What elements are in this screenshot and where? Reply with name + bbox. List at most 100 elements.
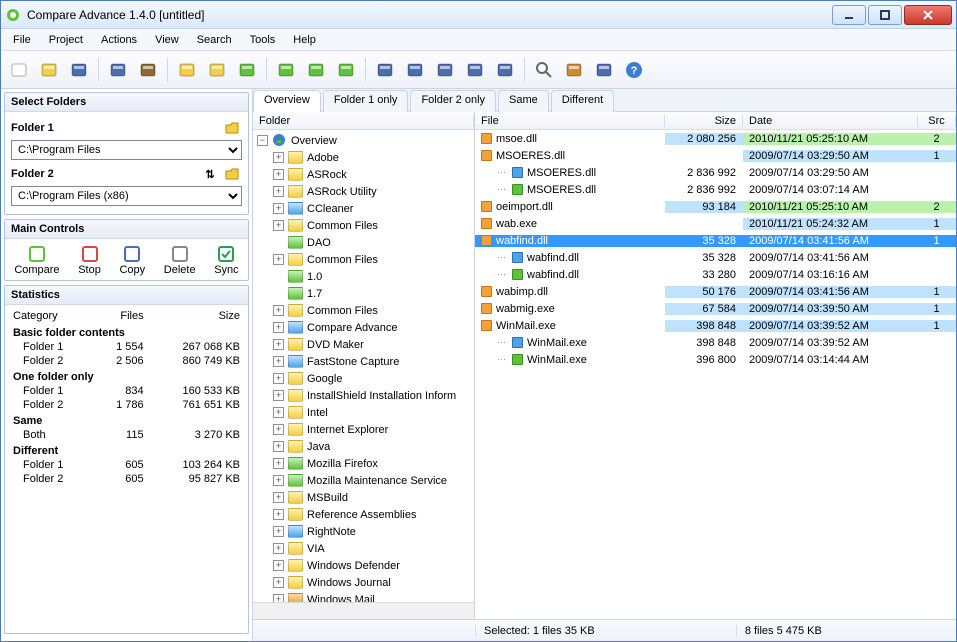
tree-item[interactable]: DAO xyxy=(253,234,474,251)
tree-item[interactable]: +Internet Explorer xyxy=(253,421,474,438)
folder2-browse-button[interactable] xyxy=(222,164,242,184)
menu-tools[interactable]: Tools xyxy=(242,32,284,48)
file-row[interactable]: oeimport.dll93 1842010/11/21 05:25:10 AM… xyxy=(475,198,956,215)
file-row[interactable]: ⋯MSOERES.dll2 836 9922009/07/14 03:29:50… xyxy=(475,164,956,181)
file-row[interactable]: wabmig.exe67 5842009/07/14 03:39:50 AM1 xyxy=(475,300,956,317)
tree-item[interactable]: +InstallShield Installation Inform xyxy=(253,387,474,404)
close-button[interactable] xyxy=(904,5,952,25)
swap-folders-button[interactable]: ⇅ xyxy=(200,164,220,184)
tree-item[interactable]: +ASRock Utility xyxy=(253,183,474,200)
new-icon[interactable] xyxy=(5,56,33,84)
file-row[interactable]: MSOERES.dll2009/07/14 03:29:50 AM1 xyxy=(475,147,956,164)
file-row[interactable]: wabimp.dll50 1762009/07/14 03:41:56 AM1 xyxy=(475,283,956,300)
tree-icon[interactable] xyxy=(461,56,489,84)
tree-item[interactable]: +Windows Journal xyxy=(253,574,474,591)
tree-item[interactable]: +CCleaner xyxy=(253,200,474,217)
tree-item[interactable]: +ASRock xyxy=(253,166,474,183)
tree-item[interactable]: +Intel xyxy=(253,404,474,421)
tree-column-header[interactable]: Folder xyxy=(253,115,474,127)
col-src[interactable]: Src xyxy=(918,115,956,127)
save-project-icon[interactable] xyxy=(104,56,132,84)
file-row[interactable]: ⋯wabfind.dll33 2802009/07/14 03:16:16 AM xyxy=(475,266,956,283)
tree-item[interactable]: +Reference Assemblies xyxy=(253,506,474,523)
tree-root[interactable]: −Overview xyxy=(253,132,474,149)
svg-text:?: ? xyxy=(631,65,638,77)
tree-item[interactable]: +Common Files xyxy=(253,302,474,319)
tree-item[interactable]: +Common Files xyxy=(253,217,474,234)
tab-folder-1-only[interactable]: Folder 1 only xyxy=(323,90,409,112)
help-icon[interactable]: ? xyxy=(620,56,648,84)
tab-overview[interactable]: Overview xyxy=(253,90,321,112)
select-folders-group: Select Folders Folder 1 C:\Program Files… xyxy=(4,92,249,215)
compare-button[interactable]: Compare xyxy=(10,243,63,278)
filter-icon[interactable] xyxy=(233,56,261,84)
tree-item[interactable]: +Compare Advance xyxy=(253,319,474,336)
tree-item[interactable]: +MSBuild xyxy=(253,489,474,506)
tree-item[interactable]: +DVD Maker xyxy=(253,336,474,353)
menu-help[interactable]: Help xyxy=(285,32,324,48)
tree-item[interactable]: +VIA xyxy=(253,540,474,557)
folder1-select[interactable]: C:\Program Files xyxy=(11,140,242,160)
minimize-button[interactable] xyxy=(832,5,866,25)
tree-item[interactable]: 1.7 xyxy=(253,285,474,302)
file-row[interactable]: ⋯MSOERES.dll2 836 9922009/07/14 03:07:14… xyxy=(475,181,956,198)
file-row[interactable]: ⋯WinMail.exe398 8482009/07/14 03:39:52 A… xyxy=(475,334,956,351)
import-icon[interactable] xyxy=(302,56,330,84)
tree-item[interactable]: +RightNote xyxy=(253,523,474,540)
col-file[interactable]: File xyxy=(475,115,665,127)
save-as-icon[interactable] xyxy=(134,56,162,84)
file-list[interactable]: msoe.dll2 080 2562010/11/21 05:25:10 AM2… xyxy=(475,130,956,619)
tag-icon[interactable] xyxy=(590,56,618,84)
tree-item[interactable]: +Windows Defender xyxy=(253,557,474,574)
col-date[interactable]: Date xyxy=(743,115,918,127)
col-size[interactable]: Size xyxy=(665,115,743,127)
left-panel: Select Folders Folder 1 C:\Program Files… xyxy=(1,89,253,641)
main-controls-group: Main Controls CompareStopCopyDeleteSync xyxy=(4,219,249,281)
save-icon[interactable] xyxy=(65,56,93,84)
file-row[interactable]: ⋯WinMail.exe396 8002009/07/14 03:14:44 A… xyxy=(475,351,956,368)
folder-tree[interactable]: −Overview+Adobe+ASRock+ASRock Utility+CC… xyxy=(253,130,474,602)
stop-button[interactable]: Stop xyxy=(74,243,105,278)
list-icon[interactable] xyxy=(491,56,519,84)
file-row[interactable]: ⋯wabfind.dll35 3282009/07/14 03:41:56 AM xyxy=(475,249,956,266)
checkbox-icon[interactable] xyxy=(371,56,399,84)
menu-project[interactable]: Project xyxy=(41,32,91,48)
file-row[interactable]: wab.exe2010/11/21 05:24:32 AM1 xyxy=(475,215,956,232)
menu-search[interactable]: Search xyxy=(189,32,240,48)
export-icon[interactable] xyxy=(272,56,300,84)
file-row[interactable]: wabfind.dll35 3282009/07/14 03:41:56 AM1 xyxy=(475,232,956,249)
folder2-label: Folder 2 ⇅ xyxy=(11,164,242,184)
tree-item[interactable]: +Google xyxy=(253,370,474,387)
maximize-button[interactable] xyxy=(868,5,902,25)
folder1-browse-button[interactable] xyxy=(222,118,242,138)
tree-item[interactable]: 1.0 xyxy=(253,268,474,285)
tree-item[interactable]: +Mozilla Maintenance Service xyxy=(253,472,474,489)
copy-button[interactable]: Copy xyxy=(115,243,149,278)
grid-icon[interactable] xyxy=(431,56,459,84)
refresh-icon[interactable] xyxy=(332,56,360,84)
open-folder-icon[interactable] xyxy=(173,56,201,84)
delete-button[interactable]: Delete xyxy=(160,243,200,278)
tree-item[interactable]: +Common Files xyxy=(253,251,474,268)
sync-button[interactable]: Sync xyxy=(210,243,242,278)
open-icon[interactable] xyxy=(35,56,63,84)
menu-file[interactable]: File xyxy=(5,32,39,48)
tree-item[interactable]: +FastStone Capture xyxy=(253,353,474,370)
tree-item[interactable]: +Windows Mail xyxy=(253,591,474,602)
tree-item[interactable]: +Adobe xyxy=(253,149,474,166)
file-row[interactable]: msoe.dll2 080 2562010/11/21 05:25:10 AM2 xyxy=(475,130,956,147)
tree-item[interactable]: +Java xyxy=(253,438,474,455)
tab-different[interactable]: Different xyxy=(551,90,614,112)
menu-actions[interactable]: Actions xyxy=(93,32,145,48)
settings-icon[interactable] xyxy=(560,56,588,84)
tab-folder-2-only[interactable]: Folder 2 only xyxy=(410,90,496,112)
tree-item[interactable]: +Mozilla Firefox xyxy=(253,455,474,472)
tab-same[interactable]: Same xyxy=(498,90,549,112)
folder2-select[interactable]: C:\Program Files (x86) xyxy=(11,186,242,206)
menu-view[interactable]: View xyxy=(147,32,187,48)
search-icon[interactable] xyxy=(530,56,558,84)
panel-icon[interactable] xyxy=(401,56,429,84)
file-row[interactable]: WinMail.exe398 8482009/07/14 03:39:52 AM… xyxy=(475,317,956,334)
open-folder-2-icon[interactable] xyxy=(203,56,231,84)
tree-hscroll[interactable] xyxy=(253,602,474,619)
